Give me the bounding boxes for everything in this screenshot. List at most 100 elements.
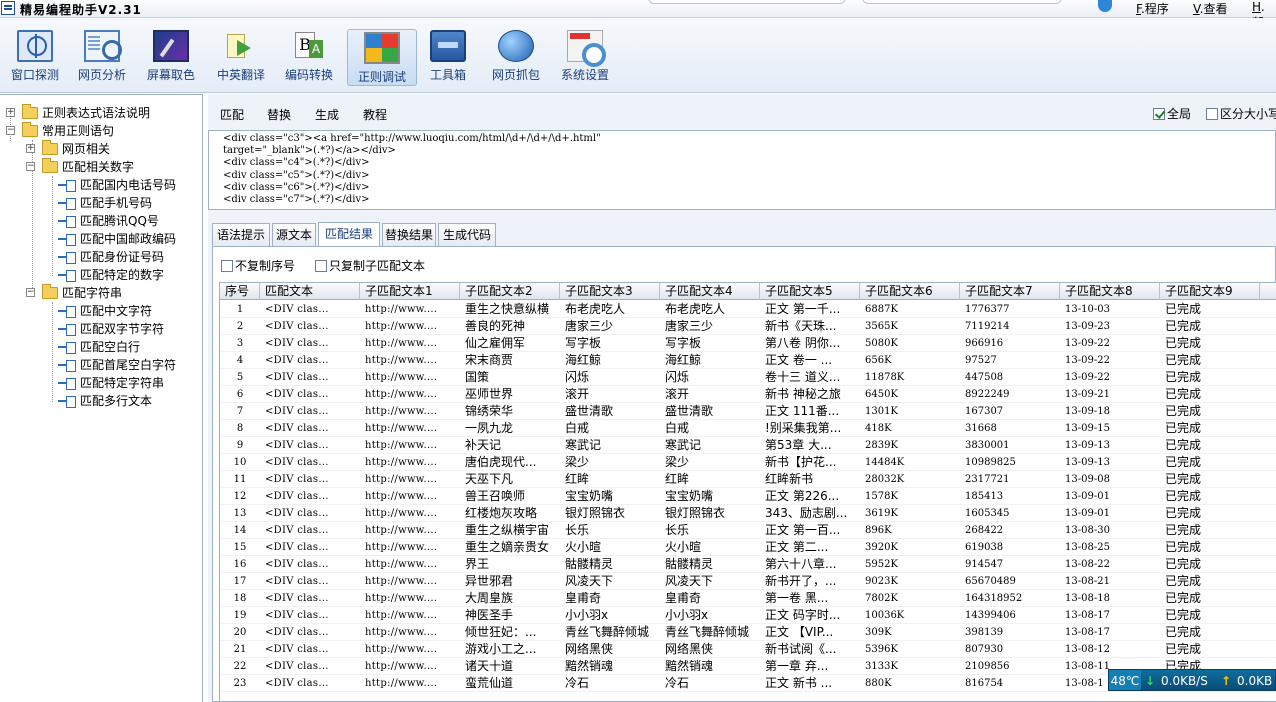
menu-view[interactable]: V.查看 [1193,0,1228,17]
regex-item-icon [58,216,76,228]
table-cell: http://www.... [365,355,438,366]
tool-web-analysis[interactable]: 网页分析 [67,28,137,88]
table-row[interactable]: 16 <DIV clas... http://www.... 界王 骷髅精灵 骷髅精灵 第六… [220,556,1276,573]
table-row[interactable]: 6 <DIV clas... http://www.... 巫师世界 滚开 滚开 新书 神… [220,386,1276,403]
table-row[interactable]: 11 <DIV clas... http://www.... 天巫下凡 红眸 红眸 红眸新… [220,471,1276,488]
table-header: 序号 匹配文本 子匹配文本1 子匹配文本2 子匹配文本3 子匹配文本4 子匹配文本5 子匹配文… [220,283,1276,300]
table-row[interactable]: 3 <DIV clas... http://www.... 仙之雇佣军 写字板 写字板 第八… [220,335,1276,352]
tool-encoding[interactable]: 编码转换 [274,28,344,88]
column-header[interactable]: 子匹配文本1 [360,283,460,300]
tool-packet-capture[interactable]: 网页抓包 [481,28,551,88]
regex-pattern-input[interactable]: <div class="c3"><a href="http://www.luoq… [208,130,1276,210]
table-row[interactable]: 19 <DIV clas... http://www.... 神医圣手 小小羽x 小小羽x… [220,607,1276,624]
tool-color-picker[interactable]: 屏幕取色 [136,28,206,88]
table-cell: 闪烁 [665,370,690,384]
table-row[interactable]: 12 <DIV clas... http://www.... 兽王召唤师 宝宝奶嘴 宝宝奶… [220,488,1276,505]
table-cell: 大周皇族 [465,591,514,605]
expand-icon[interactable]: + [6,108,15,117]
table-row[interactable]: 2 <DIV clas... http://www.... 善良的死神 唐家三少 唐家三少… [220,318,1276,335]
collapse-icon[interactable]: − [26,288,35,297]
table-cell: 滚开 [665,387,690,401]
table-cell: 青丝飞舞醉倾城 [565,625,650,639]
case-sensitive-checkbox[interactable]: 区分大小写 [1206,105,1276,122]
regex-menu-tutorial[interactable]: 教程 [363,106,387,123]
table-row[interactable]: 18 <DIV clas... http://www.... 大周皇族 皇甫奇 皇甫奇 第… [220,590,1276,607]
table-cell: http://www.... [365,678,438,689]
column-header[interactable]: 子匹配文本4 [660,283,760,300]
table-row[interactable]: 9 <DIV clas... http://www.... 补天记 寒武记 寒武记 第53章… [220,437,1276,454]
table-cell: 已完成 [1165,540,1202,554]
no-copy-index-checkbox[interactable]: 不复制序号 [221,257,295,274]
table-row[interactable]: 13 <DIV clas... http://www.... 红楼炮灰攻略 银灯照锦衣 银… [220,505,1276,522]
column-header[interactable]: 匹配文本 [260,283,360,300]
table-cell: 红眸 [565,472,590,486]
table-cell: <DIV clas... [265,610,329,621]
column-header[interactable]: 子匹配文本3 [560,283,660,300]
tool-toolbox[interactable]: 工具箱 [413,28,483,88]
table-cell: 已完成 [1165,574,1202,588]
table-row[interactable]: 8 <DIV clas... http://www.... 一夙九龙 白戒 白戒 !别采集我… [220,420,1276,437]
regex-menu-match[interactable]: 匹配 [220,106,244,123]
column-header[interactable]: 子匹配文本2 [460,283,560,300]
table-row[interactable]: 21 <DIV clas... http://www.... 游戏小工之... 网络黑侠… [220,641,1276,658]
expand-icon[interactable]: + [26,144,35,153]
table-row[interactable]: 1 <DIV clas... http://www.... 重生之快意纵横 布老虎吃人 布… [220,301,1276,318]
table-row[interactable]: 15 <DIV clas... http://www.... 重生之嫡亲贵女 火小暄 火小… [220,539,1276,556]
menu-program[interactable]: F.程序 [1136,0,1169,17]
copy-submatch-only-checkbox[interactable]: 只复制子匹配文本 [315,257,425,274]
table-row[interactable]: 7 <DIV clas... http://www.... 锦绣荣华 盛世清歌 盛世清歌 正… [220,403,1276,420]
table-row[interactable]: 5 <DIV clas... http://www.... 国策 闪烁 闪烁 卷十三 道义.… [220,369,1276,386]
table-row[interactable]: 20 <DIV clas... http://www.... 倾世狂妃：... 青丝飞舞… [220,624,1276,641]
tool-translate[interactable]: 中英翻译 [206,28,276,88]
table-cell: http://www.... [365,321,438,332]
table-cell: 巫师世界 [465,387,514,401]
column-header[interactable]: 序号 [220,283,260,300]
checkbox-icon [221,260,233,272]
regex-menu-replace[interactable]: 替换 [267,106,291,123]
title-field-2[interactable] [862,0,1062,4]
table-row[interactable]: 14 <DIV clas... http://www.... 重生之纵横宇宙 长乐 长乐 正… [220,522,1276,539]
table-cell: <DIV clas... [265,508,329,519]
tab-source-text[interactable]: 源文本 [272,223,316,246]
table-cell: 唐家三少 [665,319,714,333]
table-row[interactable]: 17 <DIV clas... http://www.... 异世邪君 风凌天下 风凌天下… [220,573,1276,590]
column-header[interactable]: 子匹配文本7 [960,283,1060,300]
tool-regex-debug[interactable]: 正则调试 [347,29,417,86]
table-cell: 冷石 [565,676,590,690]
table-cell: 新书试阅《... [765,642,837,656]
tab-match-result[interactable]: 匹配结果 [318,222,380,247]
collapse-icon[interactable]: − [26,162,35,171]
global-checkbox[interactable]: 全局 [1153,105,1191,122]
title-field-1[interactable] [648,0,846,4]
table-cell: 13-10-03 [1065,304,1110,315]
column-header[interactable]: 子匹配文本9 [1160,283,1260,300]
table-cell: http://www.... [365,542,438,553]
collapse-icon[interactable]: − [6,126,15,135]
tab-syntax-hint[interactable]: 语法提示 [212,223,270,246]
table-cell: 正文 码字时... [765,608,841,622]
table-cell: http://www.... [365,423,438,434]
tab-replace-result[interactable]: 替换结果 [382,223,436,246]
table-cell: 骷髅精灵 [665,557,714,571]
table-cell: <DIV clas... [265,644,329,655]
regex-menu-generate[interactable]: 生成 [315,106,339,123]
table-cell: 3619K [865,508,898,519]
table-cell: 正文 第一千... [765,302,841,316]
shield-icon[interactable] [1098,0,1112,12]
table-cell: 正文 新书 ... [765,676,833,690]
table-cell: <DIV clas... [265,678,329,689]
table-cell: 13-09-01 [1065,491,1110,502]
tab-generate-code[interactable]: 生成代码 [438,223,496,246]
table-cell: <DIV clas... [265,559,329,570]
table-row[interactable]: 10 <DIV clas... http://www.... 唐伯虎现代... 梁少 梁少… [220,454,1276,471]
column-header[interactable]: 子匹配文本5 [760,283,860,300]
tool-window-probe[interactable]: 窗口探测 [0,28,70,88]
column-header[interactable]: 子匹配文本6 [860,283,960,300]
table-cell: 656K [865,355,892,366]
table-row[interactable]: 4 <DIV clas... http://www.... 宋末商贾 海红鲸 海红鲸 正文 … [220,352,1276,369]
table-cell: http://www.... [365,491,438,502]
table-cell: 游戏小工之... [465,642,537,656]
tool-settings[interactable]: 系统设置 [550,28,620,88]
column-header[interactable]: 子匹配文本8 [1060,283,1160,300]
table-cell: 13-08-25 [1065,542,1110,553]
